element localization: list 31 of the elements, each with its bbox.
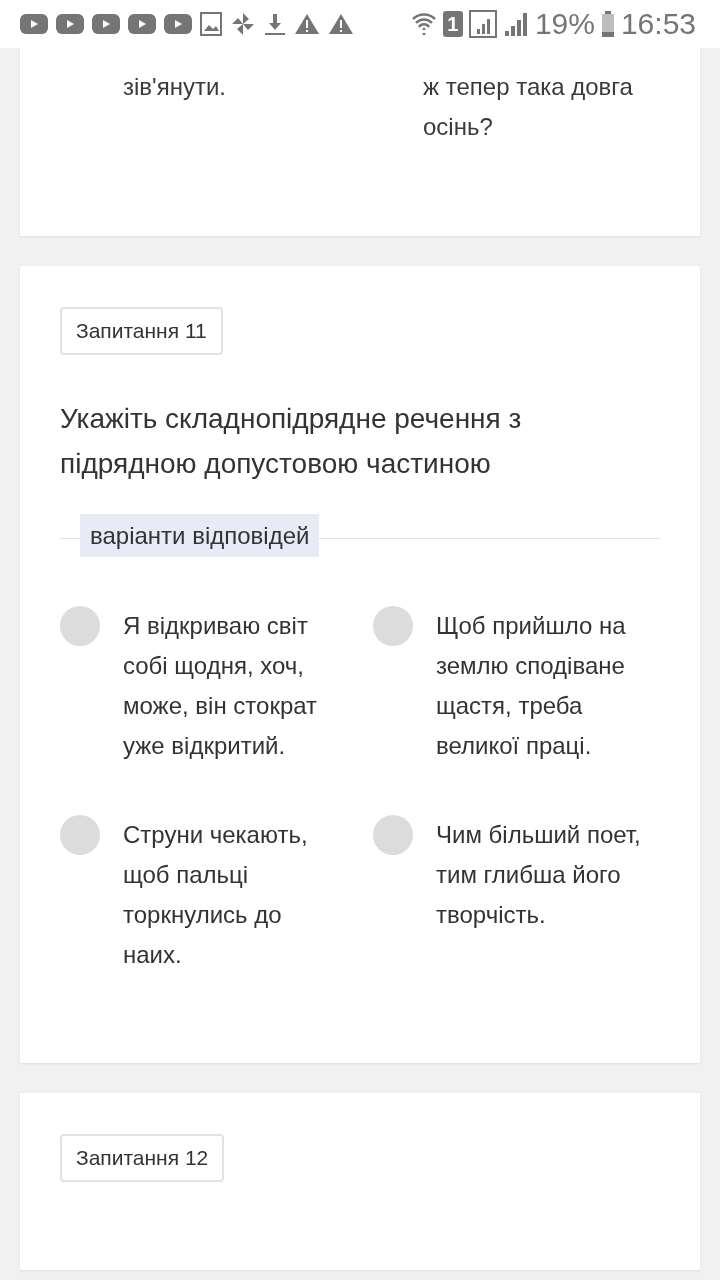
answers-label: варіанти відповідей bbox=[80, 514, 320, 557]
video-icon bbox=[128, 14, 156, 34]
video-icon bbox=[92, 14, 120, 34]
answer-text: Я відкриваю світ собі щодня, хоч, може, він стократ уже відкритий. bbox=[123, 611, 319, 761]
warning-icon bbox=[328, 13, 354, 35]
clock: 16:53 bbox=[620, 7, 696, 41]
image-icon bbox=[200, 12, 222, 36]
signal-icon bbox=[468, 10, 497, 38]
question-number: Запитання 11 bbox=[60, 307, 223, 355]
answer-text: Струни чекають, щоб пальці торкнулись до наих. bbox=[123, 820, 309, 970]
answer-text: ж тепер така довга осінь? bbox=[423, 72, 633, 142]
pinwheel-icon bbox=[230, 11, 256, 37]
answer-text: Щоб прийшло на землю сподіване щастя, треба великої праці. bbox=[436, 611, 627, 761]
answer-text: зів'янути. bbox=[123, 72, 227, 102]
battery-percent: 19% bbox=[534, 7, 595, 41]
question-text: Укажіть складнопідрядне речення з підрядною допустовою частиною bbox=[60, 402, 523, 481]
answer-text: Чим більший поет, тим глибша його творчість. bbox=[436, 820, 642, 930]
radio-button[interactable] bbox=[60, 606, 100, 646]
radio-button[interactable] bbox=[373, 815, 413, 855]
radio-button[interactable] bbox=[373, 606, 413, 646]
warning-icon bbox=[294, 13, 320, 35]
video-icon bbox=[56, 14, 84, 34]
download-icon bbox=[264, 12, 286, 36]
question-number: Запитання 12 bbox=[60, 1134, 225, 1182]
sim-icon: 1 bbox=[442, 11, 463, 37]
battery-icon bbox=[600, 11, 615, 37]
video-icon bbox=[20, 14, 48, 34]
wifi-icon bbox=[410, 11, 437, 37]
signal-icon bbox=[502, 11, 529, 37]
video-icon bbox=[164, 14, 192, 34]
radio-button[interactable] bbox=[60, 815, 100, 855]
